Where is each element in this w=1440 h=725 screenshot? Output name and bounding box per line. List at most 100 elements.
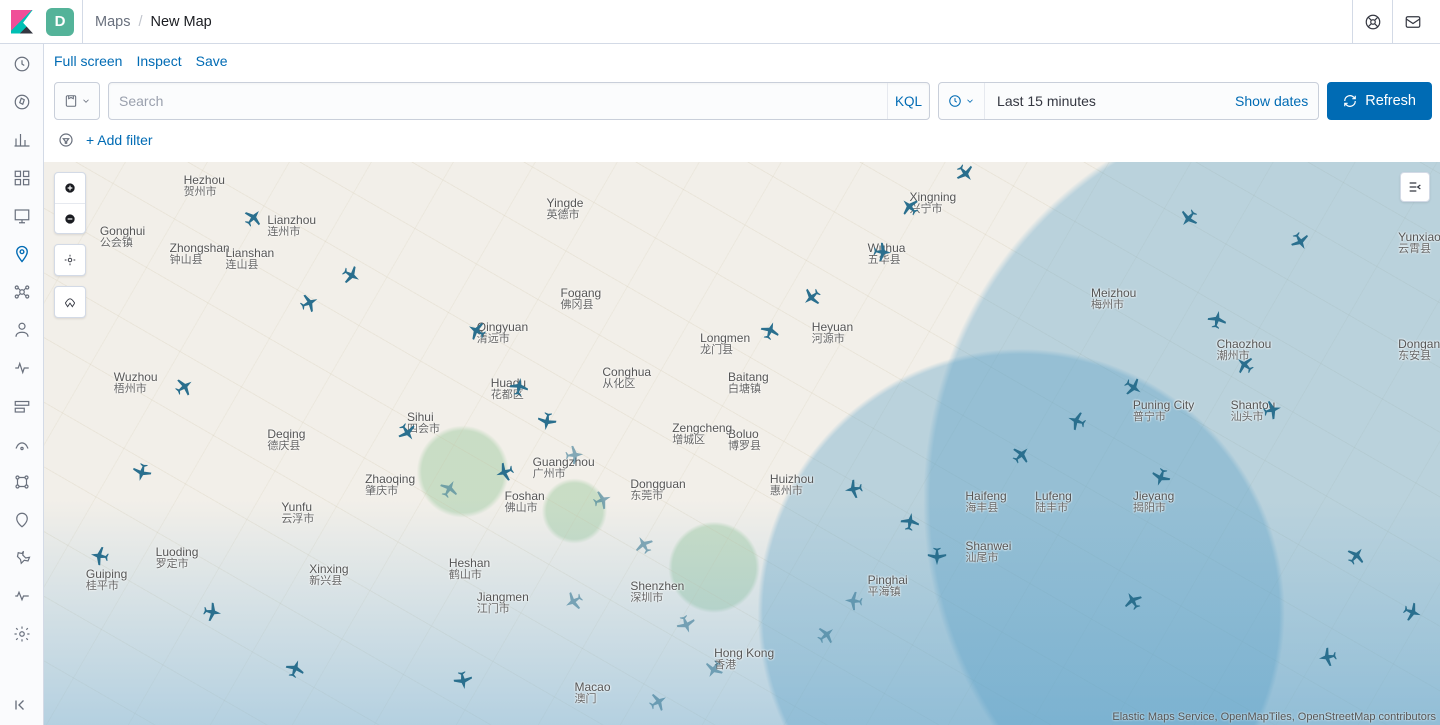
map-place-label: Macao澳门 <box>574 680 610 705</box>
map-place-label: Deqing德庆县 <box>267 427 305 452</box>
map-place-label: Lianzhou连州市 <box>267 213 316 238</box>
airplane-icon <box>1229 349 1260 380</box>
airplane-icon <box>926 545 948 567</box>
save-link[interactable]: Save <box>196 53 228 69</box>
airplane-icon <box>1341 541 1372 572</box>
map-place-label: Chaozhou潮州市 <box>1217 337 1272 362</box>
saved-query-button[interactable] <box>54 82 100 120</box>
map-place-label: Dongguan东莞市 <box>630 477 685 502</box>
airplane-icon <box>842 589 866 613</box>
map-place-label: Zhaoqing肇庆市 <box>365 472 415 497</box>
help-icon[interactable] <box>1352 0 1392 43</box>
zoom-out-button[interactable] <box>55 203 85 233</box>
airplane-icon <box>434 474 464 504</box>
airplane-icon <box>672 610 700 638</box>
nav-infra-icon[interactable] <box>12 320 32 340</box>
map-place-label: Huadu花都区 <box>491 376 526 401</box>
search-box: KQL <box>108 82 930 120</box>
fit-bounds-button[interactable] <box>55 245 85 275</box>
nav-maps-icon[interactable] <box>12 244 32 264</box>
map-place-label: Yingde英德市 <box>547 196 584 221</box>
map-place-label: Shantou汕头市 <box>1231 398 1276 423</box>
nav-ml-icon[interactable] <box>12 282 32 302</box>
map-place-label: Zhongshan钟山县 <box>170 241 230 266</box>
draw-tools-button[interactable] <box>55 287 85 317</box>
nav-graph-icon[interactable] <box>12 510 32 530</box>
map-place-label: Puning City普宁市 <box>1133 398 1194 423</box>
airplane-icon <box>462 316 492 346</box>
show-dates-link[interactable]: Show dates <box>1235 93 1318 109</box>
quickselect-button[interactable] <box>939 83 985 119</box>
airplane-icon <box>336 260 366 290</box>
airplane-icon <box>810 619 841 650</box>
fullscreen-link[interactable]: Full screen <box>54 53 122 69</box>
nav-siem-icon[interactable] <box>12 472 32 492</box>
airplane-icon <box>699 654 729 684</box>
map-place-label: Hezhou贺州市 <box>184 173 225 198</box>
kibana-logo[interactable] <box>0 0 44 43</box>
airplane-icon <box>199 600 224 625</box>
add-filter-link[interactable]: + Add filter <box>86 132 153 148</box>
nav-discover-icon[interactable] <box>12 92 32 112</box>
map-place-label: Boluo博罗县 <box>728 427 761 452</box>
map-place-label: Jieyang揭阳市 <box>1133 489 1174 514</box>
nav-canvas-icon[interactable] <box>12 206 32 226</box>
map-place-label: Yunxiao云霄县 <box>1398 230 1440 255</box>
airplane-icon <box>534 408 559 433</box>
airplane-icon <box>506 374 531 399</box>
airplane-icon <box>392 417 423 448</box>
map-place-label: Longmen龙门县 <box>700 331 750 356</box>
search-input[interactable] <box>109 83 887 119</box>
airplane-icon <box>894 191 925 222</box>
time-picker: Last 15 minutes Show dates <box>938 82 1319 120</box>
airplane-icon <box>1006 439 1037 470</box>
airplane-icon <box>1063 407 1091 435</box>
nav-apm-icon[interactable] <box>12 396 32 416</box>
breadcrumb-parent[interactable]: Maps <box>95 14 130 30</box>
airplane-icon <box>450 667 475 692</box>
nav-visualize-icon[interactable] <box>12 130 32 150</box>
map-place-label: Gonghui公会镇 <box>100 224 145 249</box>
breadcrumb-separator: / <box>138 14 142 30</box>
nav-dashboard-icon[interactable] <box>12 168 32 188</box>
layers-panel-toggle[interactable] <box>1400 172 1430 202</box>
map-place-label: Baitang白塘镇 <box>728 370 769 395</box>
kql-toggle[interactable]: KQL <box>887 83 929 119</box>
nav-uptime-icon[interactable] <box>12 434 32 454</box>
time-range-text[interactable]: Last 15 minutes <box>985 93 1235 109</box>
query-bar: KQL Last 15 minutes Show dates Refresh <box>44 78 1440 124</box>
map-place-label: Foshan佛山市 <box>505 489 545 514</box>
map-place-label: Shanwei汕尾市 <box>965 539 1011 564</box>
nav-devtools-icon[interactable] <box>12 548 32 568</box>
zoom-in-button[interactable] <box>55 173 85 203</box>
airplane-icon <box>1173 203 1204 234</box>
airplane-icon <box>1316 645 1341 670</box>
airplane-icon <box>756 317 784 345</box>
nav-logs-icon[interactable] <box>12 358 32 378</box>
nav-monitoring-icon[interactable] <box>12 586 32 606</box>
airplane-icon <box>491 458 519 486</box>
map-canvas[interactable]: Elastic Maps Service, OpenMapTiles, Open… <box>44 162 1440 725</box>
map-place-label: Pinghai平海镇 <box>868 573 908 598</box>
nav-management-icon[interactable] <box>12 624 32 644</box>
newsfeed-icon[interactable] <box>1392 0 1432 43</box>
map-place-label: Lufeng陆丰市 <box>1035 489 1072 514</box>
airplane-icon <box>841 476 866 501</box>
airplane-icon <box>295 288 324 317</box>
nav-recent-icon[interactable] <box>12 54 32 74</box>
inspect-link[interactable]: Inspect <box>136 53 181 69</box>
space-selector[interactable]: D <box>46 8 74 36</box>
map-toolbar: Full screen Inspect Save <box>44 44 1440 78</box>
filter-options-icon[interactable] <box>54 128 78 152</box>
airplane-icon <box>1398 598 1426 626</box>
airplane-icon <box>950 162 981 189</box>
side-nav <box>0 44 44 725</box>
airplane-icon <box>897 510 922 535</box>
map-attribution: Elastic Maps Service, OpenMapTiles, Open… <box>1112 711 1436 723</box>
map-place-label: Haifeng海丰县 <box>965 489 1006 514</box>
refresh-button[interactable]: Refresh <box>1327 82 1432 120</box>
airplane-icon <box>1285 226 1315 256</box>
map-place-label: Guiping桂平市 <box>86 567 127 592</box>
nav-collapse-icon[interactable] <box>12 695 32 715</box>
airplane-icon <box>643 687 673 717</box>
